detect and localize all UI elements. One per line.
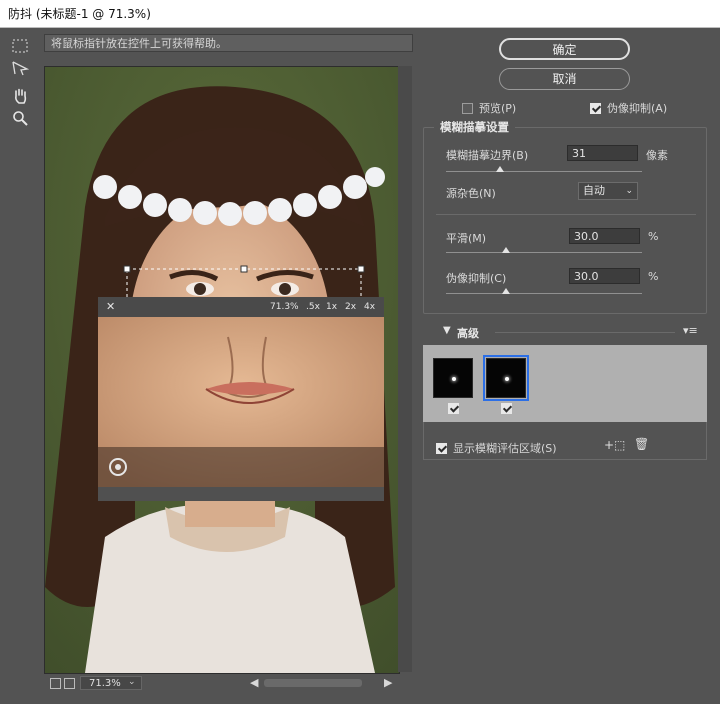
blur-trace-icon[interactable] xyxy=(10,58,30,78)
loupe-zoom-1x[interactable]: 1x xyxy=(326,297,337,317)
bounds-input[interactable]: 31 xyxy=(567,145,638,161)
suppress-label: 伪像抑制(C) xyxy=(446,272,507,285)
vertical-scrollbar[interactable] xyxy=(398,66,412,672)
close-icon[interactable]: ✕ xyxy=(106,297,115,317)
divider xyxy=(436,214,696,215)
noise-label: 源杂色(N) xyxy=(446,187,496,200)
noise-select[interactable]: 自动 ⌄ xyxy=(578,182,638,200)
horizontal-scrollbar[interactable] xyxy=(264,679,362,687)
artifact-label: 伪像抑制(A) xyxy=(607,102,668,115)
scroll-left-icon[interactable]: ◀ xyxy=(250,676,258,689)
region-2-checkbox[interactable] xyxy=(501,403,512,414)
suppress-slider-thumb[interactable] xyxy=(502,288,510,294)
smooth-label: 平滑(M) xyxy=(446,232,487,245)
blur-trace-title: 模糊描摹设置 xyxy=(434,119,515,135)
blur-estimate-regions-panel xyxy=(423,345,707,422)
preview-checkbox[interactable] xyxy=(462,102,473,114)
suppress-slider[interactable] xyxy=(446,293,642,294)
blur-region-thumb-1[interactable] xyxy=(433,358,473,398)
divider xyxy=(495,332,675,333)
bounds-slider[interactable] xyxy=(446,171,642,172)
loupe-toolbar: ✕ 71.3% .5x 1x 2x 4x xyxy=(98,297,384,317)
smooth-unit: % xyxy=(648,230,659,243)
bounds-label: 模糊描摹边界(B) xyxy=(446,149,529,162)
region-1-checkbox[interactable] xyxy=(448,403,459,414)
loupe-footer xyxy=(98,487,384,501)
artifact-checkbox[interactable] xyxy=(590,102,601,114)
cancel-button[interactable]: 取消 xyxy=(499,68,630,90)
noise-value: 自动 xyxy=(583,184,605,197)
view-single-icon[interactable] xyxy=(50,678,61,689)
show-regions-checkbox[interactable] xyxy=(436,442,447,454)
artifact-option[interactable]: 伪像抑制(A) xyxy=(590,100,667,116)
show-regions-label: 显示模糊评估区域(S) xyxy=(453,442,557,455)
loupe-image xyxy=(98,317,384,487)
hand-icon[interactable] xyxy=(10,86,30,106)
suppress-unit: % xyxy=(648,270,659,283)
help-hint: 将鼠标指针放在控件上可获得帮助。 xyxy=(44,34,413,52)
view-split-icon[interactable] xyxy=(64,678,75,689)
advanced-header[interactable]: ▼ 高级 ▾≡ xyxy=(423,323,707,343)
show-regions-option[interactable]: 显示模糊评估区域(S) xyxy=(436,440,557,456)
blur-region-thumb-2[interactable] xyxy=(483,355,529,401)
bounds-slider-thumb[interactable] xyxy=(496,166,504,172)
loupe-zoom-2x[interactable]: 2x xyxy=(345,297,356,317)
smooth-slider-thumb[interactable] xyxy=(502,247,510,253)
detail-loupe[interactable]: ✕ 71.3% .5x 1x 2x 4x xyxy=(98,297,384,502)
loupe-zoom-half[interactable]: .5x xyxy=(306,297,320,317)
tool-strip xyxy=(6,36,34,136)
loupe-zoom-4x[interactable]: 4x xyxy=(364,297,375,317)
panel-menu-icon[interactable]: ▾≡ xyxy=(683,324,698,337)
scroll-right-icon[interactable]: ▶ xyxy=(384,676,392,689)
chevron-down-icon[interactable]: ⌄ xyxy=(128,677,136,687)
advanced-title: 高级 xyxy=(457,327,479,340)
advanced-footer: 显示模糊评估区域(S) +⬚ 🗑 xyxy=(423,422,707,460)
chevron-down-icon: ⌄ xyxy=(625,186,633,196)
collapse-triangle-icon[interactable]: ▼ xyxy=(443,325,451,336)
suppress-input[interactable]: 30.0 xyxy=(569,268,640,284)
loupe-zoom-71[interactable]: 71.3% xyxy=(270,297,299,317)
preview-option[interactable]: 预览(P) xyxy=(462,100,516,116)
add-region-icon[interactable]: +⬚ xyxy=(604,438,625,452)
preview-label: 预览(P) xyxy=(479,102,517,115)
status-bar: 71.3% ⌄ ◀ ▶ xyxy=(44,674,414,694)
window-title: 防抖 (未标题-1 @ 71.3%) xyxy=(0,0,720,28)
smooth-slider[interactable] xyxy=(446,252,642,253)
marquee-icon[interactable] xyxy=(10,36,30,56)
zoom-icon[interactable] xyxy=(10,108,30,128)
trash-icon[interactable]: 🗑 xyxy=(634,437,649,451)
smooth-input[interactable]: 30.0 xyxy=(569,228,640,244)
ok-button[interactable]: 确定 xyxy=(499,38,630,60)
bounds-unit: 像素 xyxy=(646,149,668,162)
